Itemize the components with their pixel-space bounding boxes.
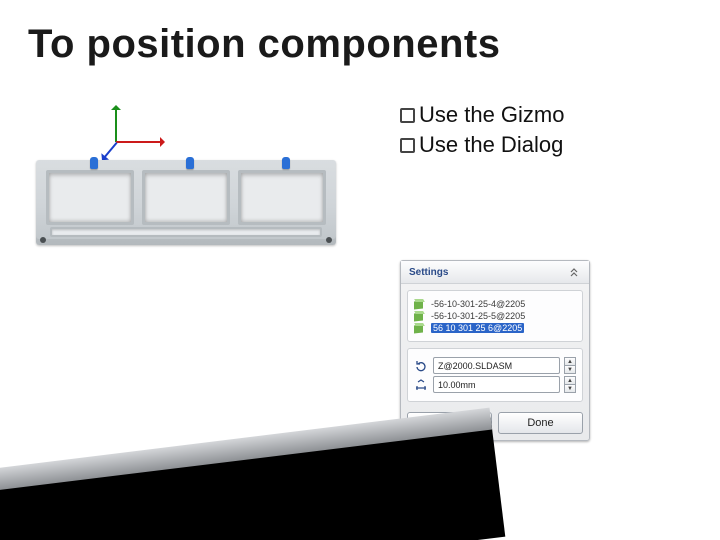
list-item[interactable]: -56-10-301-25-5@2205 — [414, 311, 576, 321]
distance-row: 10.00mm ▲ ▼ — [414, 376, 576, 393]
slide-accent — [0, 418, 505, 540]
spin-down-icon[interactable]: ▼ — [564, 384, 576, 393]
axis-x-icon — [116, 141, 162, 143]
slide-title: To position components — [28, 22, 500, 67]
spin-down-icon[interactable]: ▼ — [564, 365, 576, 374]
chevron-up-double-icon — [569, 267, 579, 277]
dialog-title: Settings — [409, 267, 448, 278]
distance-value: 10.00mm — [438, 380, 476, 390]
distance-field[interactable]: 10.00mm — [433, 376, 560, 393]
spin-up-icon[interactable]: ▲ — [564, 357, 576, 365]
component-icon — [414, 311, 426, 321]
axis-z-icon — [103, 142, 117, 159]
pin-icon — [282, 157, 290, 169]
list-item[interactable]: 56 10 301 25 6@2205 — [414, 323, 576, 333]
window-cutout — [46, 170, 134, 225]
dialog-header: Settings — [401, 261, 589, 284]
component-icon — [414, 323, 426, 333]
checkbox-icon — [400, 108, 415, 123]
bullet-list: Use the Gizmo Use the Dialog — [400, 100, 565, 159]
rotate-field[interactable]: Z@2000.SLDASM — [433, 357, 560, 374]
collapse-button[interactable] — [567, 265, 581, 279]
checkbox-icon — [400, 138, 415, 153]
bullet-text: Use the Dialog — [419, 132, 563, 157]
window-cutout — [142, 170, 230, 225]
component-name: -56-10-301-25-4@2205 — [431, 299, 525, 309]
settings-dialog: Settings -56-10-301-25-4@2205 -56-10-301… — [400, 260, 590, 441]
bullet-item: Use the Gizmo — [400, 100, 565, 130]
hole-icon — [326, 237, 332, 243]
distance-spinner[interactable]: ▲ ▼ — [564, 376, 576, 393]
distance-icon — [414, 378, 428, 392]
component-icon — [414, 299, 426, 309]
window-cutout — [238, 170, 326, 225]
rotate-row: Z@2000.SLDASM ▲ ▼ — [414, 357, 576, 374]
axis-y-icon — [115, 108, 117, 142]
rotate-spinner[interactable]: ▲ ▼ — [564, 357, 576, 374]
part-frame — [36, 160, 336, 245]
hole-icon — [40, 237, 46, 243]
bottom-slot — [50, 227, 322, 237]
component-name: -56-10-301-25-5@2205 — [431, 311, 525, 321]
selection-group: -56-10-301-25-4@2205 -56-10-301-25-5@220… — [407, 290, 583, 342]
cad-part-figure — [26, 100, 346, 310]
pin-icon — [186, 157, 194, 169]
transform-group: Z@2000.SLDASM ▲ ▼ 10.00mm ▲ ▼ — [407, 348, 583, 402]
bullet-item: Use the Dialog — [400, 130, 565, 160]
component-name-selected: 56 10 301 25 6@2205 — [431, 323, 524, 333]
rotate-icon — [414, 359, 428, 373]
bullet-text: Use the Gizmo — [419, 102, 565, 127]
pin-icon — [90, 157, 98, 169]
rotate-value: Z@2000.SLDASM — [438, 361, 512, 371]
spin-up-icon[interactable]: ▲ — [564, 376, 576, 384]
list-item[interactable]: -56-10-301-25-4@2205 — [414, 299, 576, 309]
done-button[interactable]: Done — [498, 412, 583, 434]
